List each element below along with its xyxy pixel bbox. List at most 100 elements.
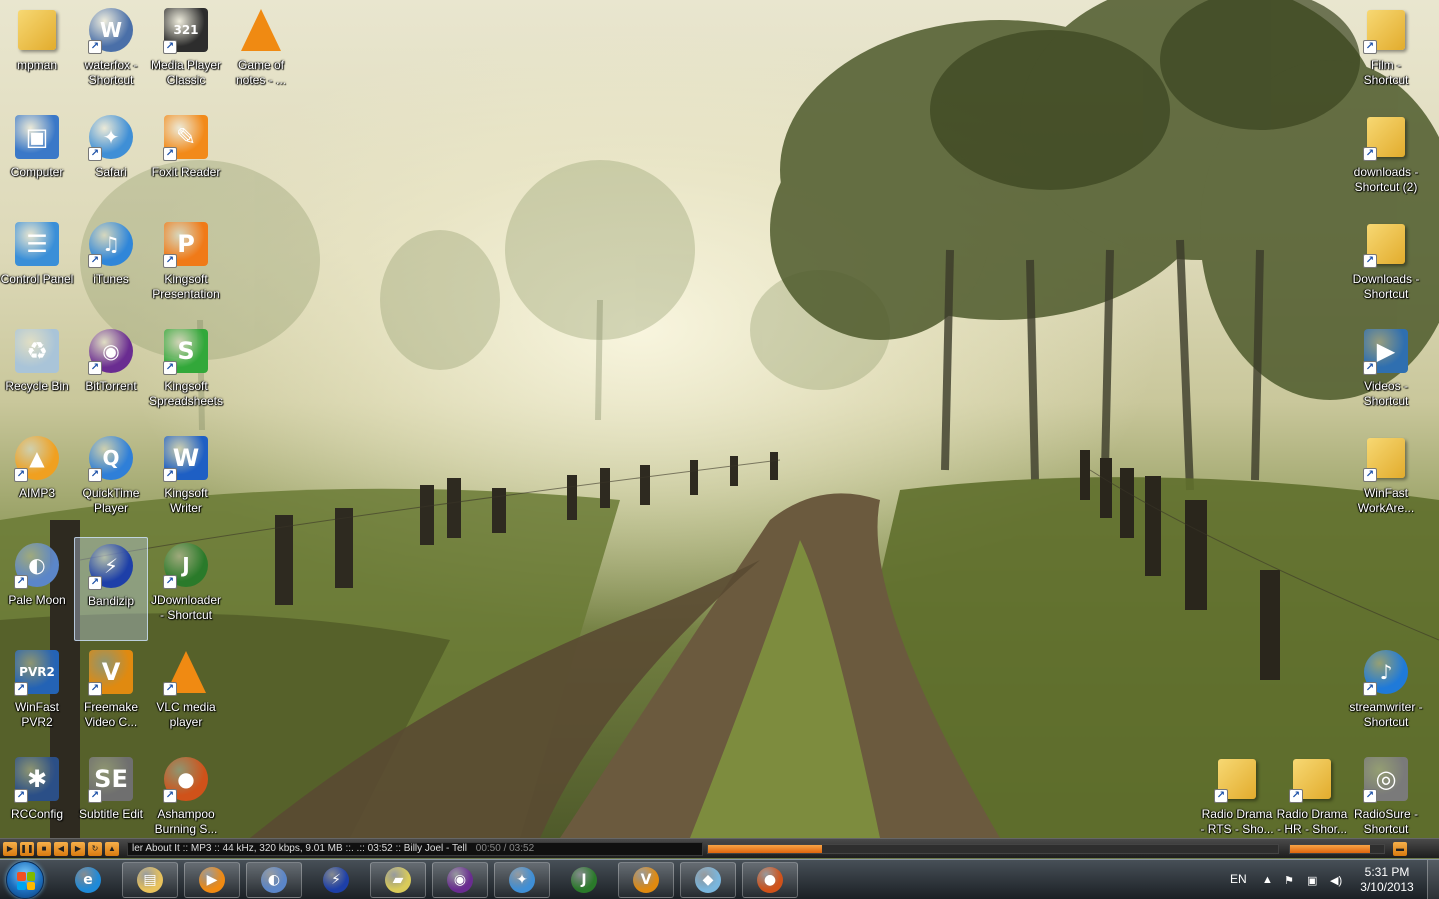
desktop-icon[interactable]: ↗ downloads - Shortcut (2) xyxy=(1349,109,1423,213)
shortcut-arrow-icon: ↗ xyxy=(88,789,102,803)
jdownloader-icon: J ↗ xyxy=(162,541,210,589)
menu-button[interactable]: ▬ xyxy=(1393,841,1407,856)
desktop-icon[interactable]: J ↗ JDownloader - Shortcut xyxy=(149,537,223,641)
taskbar-button-sticky-notes[interactable]: ▰ xyxy=(370,862,426,898)
seek-bar-fill xyxy=(708,844,822,853)
desktop-icon-label: waterfox - Shortcut xyxy=(84,58,138,87)
taskbar-button-glass-app[interactable]: ◆ xyxy=(680,862,736,898)
taskbar-button-safari[interactable]: ✦ xyxy=(494,862,550,898)
desktop-icon[interactable]: ▶ ↗ Videos - Shortcut xyxy=(1349,323,1423,427)
track-info-text: ler About It :: MP3 :: 44 kHz, 320 kbps,… xyxy=(132,842,467,854)
volume-slider[interactable] xyxy=(1289,843,1385,854)
bittorrent-icon: ◉ xyxy=(447,867,473,893)
shortcut-arrow-icon: ↗ xyxy=(1363,147,1377,161)
action-center-flag-icon[interactable]: ⚑ xyxy=(1284,874,1294,887)
streamwriter-icon: ♪ ↗ xyxy=(1362,648,1410,696)
desktop-icon[interactable]: ▣ Computer xyxy=(0,109,74,213)
desktop-icon[interactable]: ↗ Downloads - Shortcut xyxy=(1349,216,1423,320)
desktop-icon[interactable]: ▲ ↗ AIMP3 xyxy=(0,430,74,534)
desktop-icon-label: Kingsoft Presentation xyxy=(152,272,220,301)
taskbar-button-bandizip[interactable]: ⚡ xyxy=(308,862,364,898)
shortcut-arrow-icon: ↗ xyxy=(1214,789,1228,803)
shortcut-arrow-icon: ↗ xyxy=(163,468,177,482)
language-indicator[interactable]: EN xyxy=(1230,872,1247,886)
pause-button[interactable]: ❚❚ xyxy=(20,841,34,856)
desktop-icon-label: Radio Drama - RTS - Sho... xyxy=(1200,807,1274,836)
taskbar: e ▤ ▶ ◐ ⚡ ▰ ◉ ✦ J V ◆ ● EN ▲ ⚑ ▣ ◀) 5:31 PM 3/10/20… xyxy=(0,859,1439,899)
desktop-icon[interactable]: ◐ ↗ Pale Moon xyxy=(0,537,74,641)
system-clock[interactable]: 5:31 PM 3/10/2013 xyxy=(1356,865,1418,895)
safari-icon: ✦ xyxy=(509,867,535,893)
taskbar-button-windows-explorer[interactable]: ▤ xyxy=(122,862,178,898)
desktop-icon-label: WinFast PVR2 xyxy=(14,700,59,729)
folder-shortcut-icon: ↗ xyxy=(1362,220,1410,268)
open-button[interactable]: ▲ xyxy=(105,841,119,856)
desktop-icon[interactable]: ◉ ↗ BitTorrent xyxy=(74,323,148,427)
show-hidden-icons-icon[interactable]: ▲ xyxy=(1262,874,1273,886)
desktop-icon-label: QuickTime Player xyxy=(82,486,140,515)
desktop-icon[interactable]: mpman xyxy=(0,2,74,106)
start-button[interactable] xyxy=(6,861,44,899)
desktop-icon[interactable]: P ↗ Kingsoft Presentation xyxy=(149,216,223,320)
desktop-icon[interactable]: 321 ↗ Media Player Classic xyxy=(149,2,223,106)
repeat-button[interactable]: ↻ xyxy=(88,841,102,856)
shortcut-arrow-icon: ↗ xyxy=(163,361,177,375)
desktop-icon[interactable]: V ↗ Freemake Video C... xyxy=(74,644,148,748)
desktop-icon[interactable]: ↗ Film - Shortcut xyxy=(1349,2,1423,106)
desktop-icon[interactable]: ☰ Control Panel xyxy=(0,216,74,320)
desktop-icon[interactable]: PVR2 ↗ WinFast PVR2 xyxy=(0,644,74,748)
desktop-icon[interactable]: ↗ WinFast WorkAre... xyxy=(1349,430,1423,534)
desktop-icon-label: Safari xyxy=(95,165,127,179)
user-folder-icon xyxy=(13,6,61,54)
desktop-icon[interactable]: Q ↗ QuickTime Player xyxy=(74,430,148,534)
desktop-icon-label: RadioSure - Shortcut xyxy=(1353,807,1419,836)
shortcut-arrow-icon: ↗ xyxy=(163,147,177,161)
taskbar-button-internet-explorer[interactable]: e xyxy=(60,862,116,898)
desktop-icon[interactable]: W ↗ waterfox - Shortcut xyxy=(74,2,148,106)
pale-moon-icon: ◐ ↗ xyxy=(13,541,61,589)
desktop-icon[interactable]: ↗ VLC media player xyxy=(149,644,223,748)
media-player-classic-icon: 321 ↗ xyxy=(162,6,210,54)
recycle-bin-icon: ♻ xyxy=(13,327,61,375)
desktop-icon[interactable]: ⚡ ↗ Bandizip xyxy=(74,537,148,641)
control-panel-icon: ☰ xyxy=(13,220,61,268)
show-desktop-button[interactable] xyxy=(1427,860,1439,899)
taskbar-button-jdownloader[interactable]: J xyxy=(556,862,612,898)
seek-bar[interactable] xyxy=(707,843,1279,854)
volume-icon[interactable]: ◀) xyxy=(1330,874,1342,887)
network-icon[interactable]: ▣ xyxy=(1307,874,1317,887)
desktop-icon[interactable]: ♫ ↗ iTunes xyxy=(74,216,148,320)
desktop-icon[interactable]: ♻ Recycle Bin xyxy=(0,323,74,427)
desktop-icon[interactable]: ✎ ↗ Foxit Reader xyxy=(149,109,223,213)
waterfox-icon: W ↗ xyxy=(87,6,135,54)
desktop-icon-label: RCConfig xyxy=(10,807,64,821)
desktop-icon[interactable]: ♪ ↗ streamwriter - Shortcut xyxy=(1349,644,1423,748)
next-button[interactable]: ▶ xyxy=(71,841,85,856)
taskbar-button-freemake[interactable]: V xyxy=(618,862,674,898)
shortcut-arrow-icon: ↗ xyxy=(88,682,102,696)
taskbar-button-ashampoo[interactable]: ● xyxy=(742,862,798,898)
taskbar-button-pale-moon[interactable]: ◐ xyxy=(246,862,302,898)
desktop-icon[interactable]: ✦ ↗ Safari xyxy=(74,109,148,213)
ashampoo-icon: ● xyxy=(757,867,783,893)
taskbar-button-bittorrent[interactable]: ◉ xyxy=(432,862,488,898)
subtitle-edit-icon: SE ↗ xyxy=(87,755,135,803)
folder-shortcut-icon: ↗ xyxy=(1362,113,1410,161)
desktop-icon[interactable]: W ↗ Kingsoft Writer xyxy=(149,430,223,534)
time-display: 00:50 / 03:52 xyxy=(475,842,535,854)
taskbar-button-media-player[interactable]: ▶ xyxy=(184,862,240,898)
desktop-icon-label: iTunes xyxy=(93,272,129,286)
desktop-icon[interactable]: Game of notes - ... xyxy=(224,2,298,106)
play-button[interactable]: ▶ xyxy=(3,841,17,856)
stop-button[interactable]: ■ xyxy=(37,841,51,856)
prev-button[interactable]: ◀ xyxy=(54,841,68,856)
shortcut-arrow-icon: ↗ xyxy=(1363,468,1377,482)
desktop-icon-label: Recycle Bin xyxy=(5,379,69,393)
desktop-icon-label: JDownloader - Shortcut xyxy=(150,593,222,622)
shortcut-arrow-icon: ↗ xyxy=(1289,789,1303,803)
shortcut-arrow-icon: ↗ xyxy=(88,40,102,54)
glass-app-icon: ◆ xyxy=(695,867,721,893)
computer-icon: ▣ xyxy=(13,113,61,161)
desktop-icon[interactable]: S ↗ Kingsoft Spreadsheets xyxy=(149,323,223,427)
safari-compass-icon: ✦ ↗ xyxy=(87,113,135,161)
